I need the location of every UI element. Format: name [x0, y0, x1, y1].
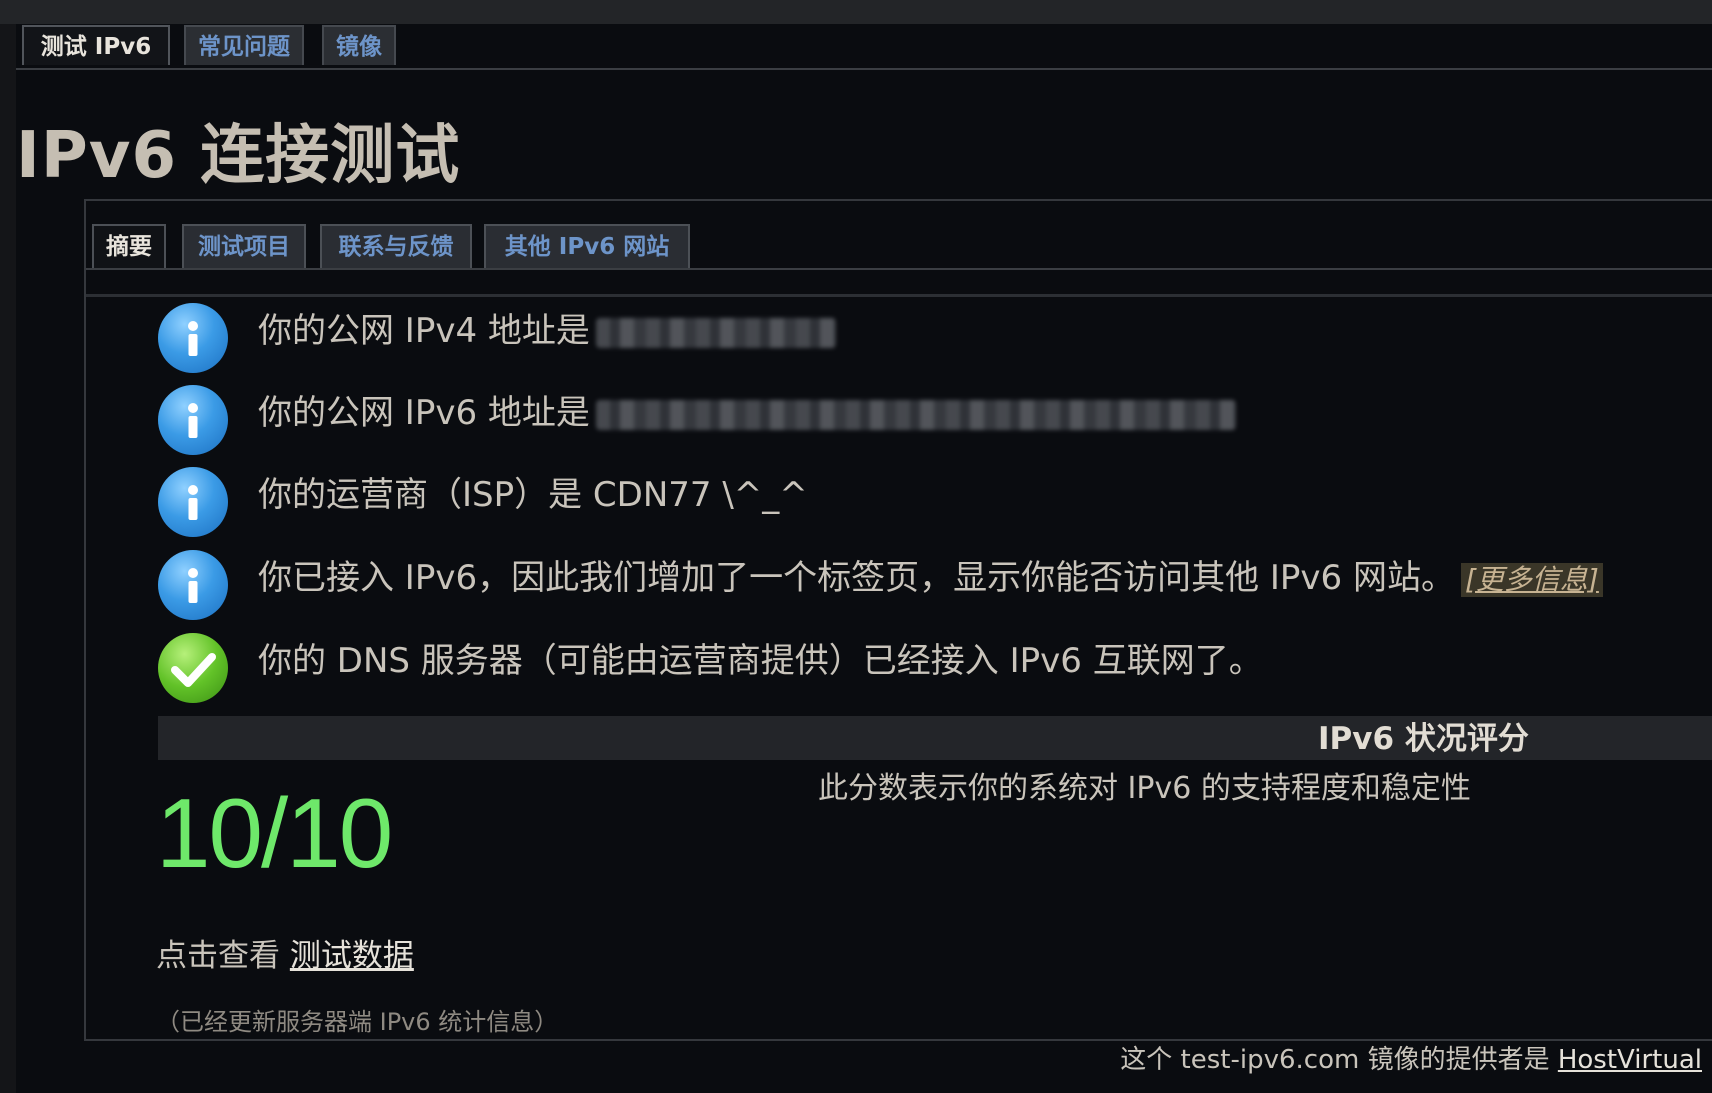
- stats-update-note: （已经更新服务器端 IPv6 统计信息）: [156, 1008, 559, 1036]
- ipv6-address-row: 你的公网 IPv6 地址是: [158, 385, 1258, 457]
- browser-top-strip: [0, 0, 1712, 24]
- dns-ipv6-text: 你的 DNS 服务器（可能由运营商提供）已经接入 IPv6 互联网了。: [258, 641, 1263, 681]
- check-icon: [158, 633, 228, 703]
- ipv6-address-text: 你的公网 IPv6 地址是: [258, 391, 1236, 435]
- redacted-ipv6-value: [595, 399, 1236, 430]
- tab-faq[interactable]: 常见问题: [184, 25, 304, 65]
- mirror-footer: 这个 test-ipv6.com 镜像的提供者是 HostVirtual: [1120, 1045, 1702, 1075]
- hostvirtual-link[interactable]: HostVirtual: [1558, 1045, 1702, 1075]
- more-info-link[interactable]: [更多信息]: [1461, 562, 1603, 597]
- test-data-link[interactable]: 测试数据: [290, 938, 414, 974]
- top-tabs-divider: [16, 68, 1712, 70]
- isp-text: 你的运营商（ISP）是 CDN77 \^_^: [258, 475, 808, 515]
- left-strip: [0, 24, 16, 1093]
- dns-ipv6-row: 你的 DNS 服务器（可能由运营商提供）已经接入 IPv6 互联网了。: [158, 633, 1358, 705]
- score-description: 此分数表示你的系统对 IPv6 的支持程度和稳定性: [818, 771, 1471, 806]
- ipv6-score-value: 10/10: [156, 778, 393, 888]
- tab-other-ipv6-sites[interactable]: 其他 IPv6 网站: [484, 224, 690, 268]
- tab-contact-feedback[interactable]: 联系与反馈: [320, 224, 472, 268]
- ipv6-tab-added-row: 你已接入 IPv6，因此我们增加了一个标签页，显示你能否访问其他 IPv6 网站…: [158, 550, 1608, 622]
- sub-tabs-divider: [86, 268, 1712, 270]
- tab-test-items[interactable]: 测试项目: [182, 224, 306, 268]
- redacted-ipv4-value: [595, 317, 836, 348]
- tab-test-ipv6[interactable]: 测试 IPv6: [22, 25, 170, 65]
- info-icon: [158, 467, 228, 537]
- info-icon: [158, 550, 228, 620]
- ipv4-address-text: 你的公网 IPv4 地址是: [258, 309, 836, 353]
- content-divider: [86, 294, 1712, 297]
- ipv4-address-row: 你的公网 IPv4 地址是: [158, 303, 858, 375]
- info-icon: [158, 385, 228, 455]
- ipv6-tab-added-text: 你已接入 IPv6，因此我们增加了一个标签页，显示你能否访问其他 IPv6 网站…: [258, 556, 1603, 600]
- isp-row: 你的运营商（ISP）是 CDN77 \^_^: [158, 467, 858, 539]
- info-icon: [158, 303, 228, 373]
- score-heading: IPv6 状况评分: [1318, 721, 1529, 757]
- tab-summary[interactable]: 摘要: [92, 224, 166, 268]
- tab-mirrors[interactable]: 镜像: [322, 25, 396, 65]
- view-test-data-line: 点击查看 测试数据: [156, 938, 414, 974]
- page-title: IPv6 连接测试: [16, 119, 461, 193]
